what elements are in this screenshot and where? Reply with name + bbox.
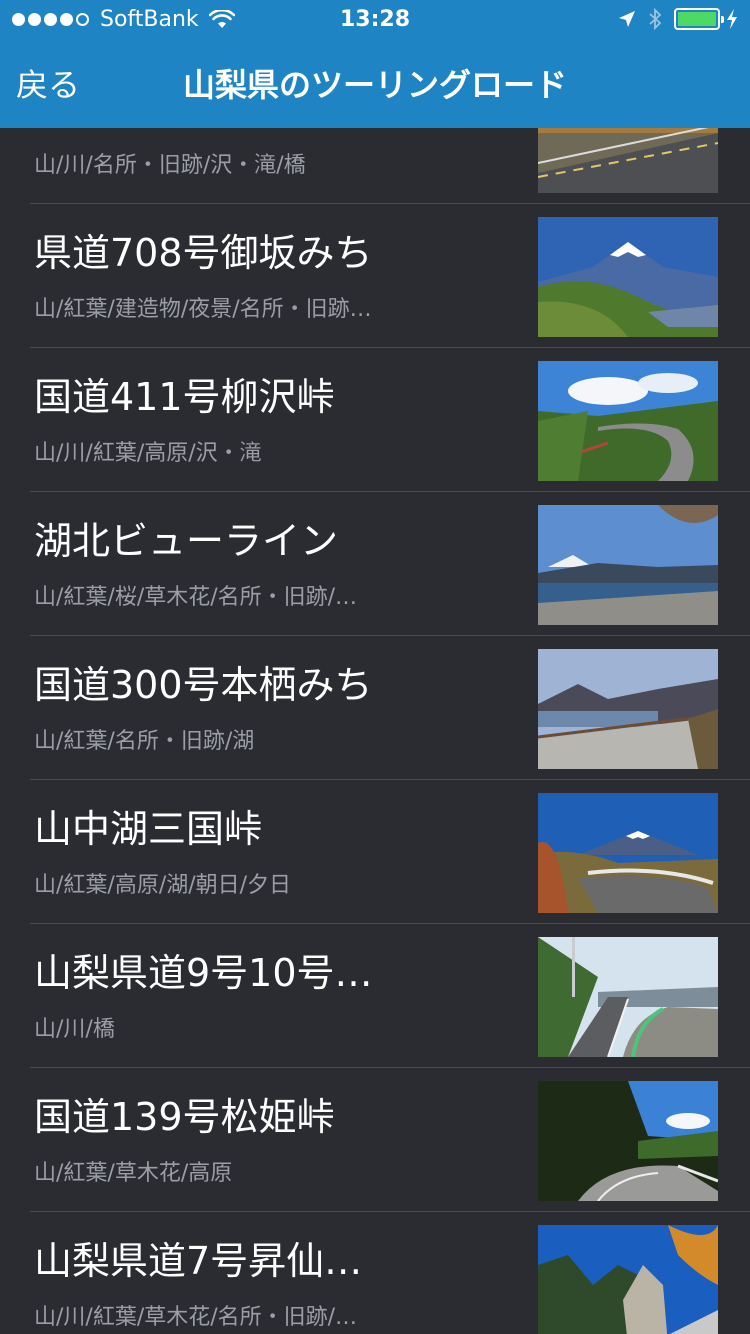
road-tags: 山/川/橋 [34, 1017, 115, 1042]
battery-icon [674, 8, 724, 30]
status-right [618, 8, 738, 30]
road-list-item[interactable]: 山梨県道9号10号… 山/川/橋 [0, 924, 750, 1068]
road-tags: 山/川/紅葉/草木花/名所・旧跡/… [34, 1305, 358, 1330]
road-thumbnail [538, 1081, 718, 1201]
road-tags: 山/紅葉/桜/草木花/名所・旧跡/… [34, 585, 358, 610]
road-list-item[interactable]: 国道300号本栖みち 山/紅葉/名所・旧跡/湖 [0, 636, 750, 780]
page-title: 山梨県のツーリングロード [182, 66, 567, 104]
road-tags: 山/川/紅葉/高原/沢・滝 [34, 441, 262, 466]
charging-bolt-icon [727, 9, 737, 29]
road-thumbnail [538, 361, 718, 481]
road-thumbnail [538, 217, 718, 337]
road-list-item[interactable]: 山梨県道7号昇仙… 山/川/紅葉/草木花/名所・旧跡/… [0, 1212, 750, 1334]
navigation-header: SoftBank 13:28 戻る 山梨県のツーリングロード [0, 0, 750, 128]
battery-fill [678, 12, 716, 26]
road-list-item[interactable]: 国道139号松姫峠 山/紅葉/草木花/高原 [0, 1068, 750, 1212]
battery-nub [721, 16, 724, 23]
road-list-item[interactable]: 国道411号柳沢峠 山/川/紅葉/高原/沢・滝 [0, 348, 750, 492]
road-list-item[interactable]: 県道708号御坂みち 山/紅葉/建造物/夜景/名所・旧跡… [0, 204, 750, 348]
location-arrow-icon [619, 11, 635, 27]
road-title: 山梨県道7号昇仙… [34, 1239, 363, 1283]
road-list: 山/川/名所・旧跡/沢・滝/橋 県道708号御坂みち 山/紅葉/建造物/夜景/名… [0, 60, 750, 1334]
road-title: 湖北ビューライン [34, 519, 339, 563]
road-tags: 山/川/名所・旧跡/沢・滝/橋 [34, 153, 306, 178]
road-title: 県道708号御坂みち [34, 231, 373, 275]
road-tags: 山/紅葉/建造物/夜景/名所・旧跡… [34, 297, 372, 322]
road-list-item[interactable]: 湖北ビューライン 山/紅葉/桜/草木花/名所・旧跡/… [0, 492, 750, 636]
road-tags: 山/紅葉/名所・旧跡/湖 [34, 729, 255, 754]
screen: SoftBank 13:28 戻る 山梨県のツーリングロード 山/川/名所・旧跡… [0, 0, 750, 1334]
road-thumbnail [538, 1225, 718, 1334]
road-thumbnail [538, 793, 718, 913]
road-thumbnail [538, 649, 718, 769]
road-thumbnail [538, 937, 718, 1057]
road-tags: 山/紅葉/草木花/高原 [34, 1161, 233, 1186]
road-title: 山梨県道9号10号… [34, 951, 373, 995]
road-list-item[interactable]: 山中湖三国峠 山/紅葉/高原/湖/朝日/夕日 [0, 780, 750, 924]
road-title: 山中湖三国峠 [34, 807, 263, 851]
road-thumbnail [538, 505, 718, 625]
road-tags: 山/紅葉/高原/湖/朝日/夕日 [34, 873, 292, 898]
road-title: 国道300号本栖みち [34, 663, 373, 707]
status-bar: SoftBank 13:28 [0, 0, 750, 40]
bluetooth-icon [649, 8, 662, 30]
road-title: 国道411号柳沢峠 [34, 375, 335, 419]
road-title: 国道139号松姫峠 [34, 1095, 335, 1139]
